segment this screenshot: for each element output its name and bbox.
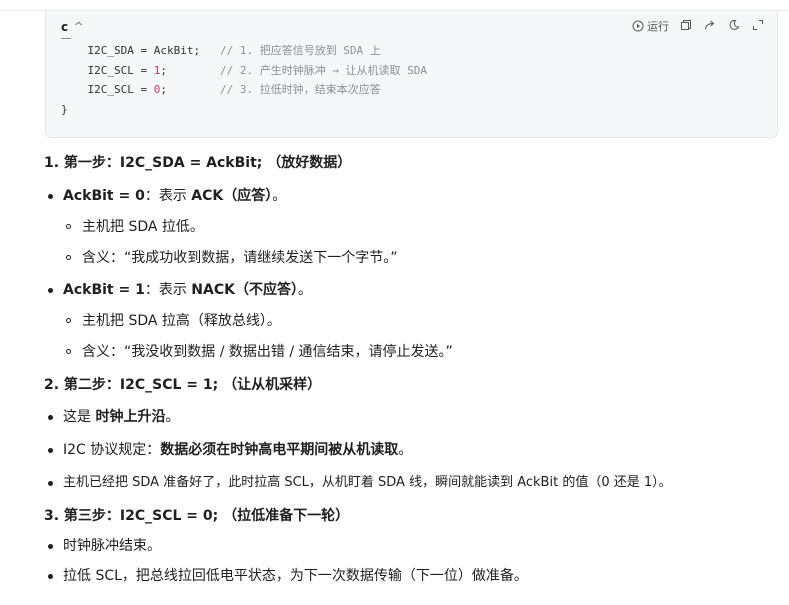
- theme-moon-icon[interactable]: [727, 19, 741, 33]
- run-button[interactable]: 运行: [632, 18, 669, 34]
- top-divider: [0, 0, 789, 11]
- copy-icon[interactable]: [679, 19, 693, 33]
- collapse-chevron-icon[interactable]: ^: [74, 20, 83, 33]
- code-line-1: I2C_SDA = AckBit; // 1. 把应答信号放到 SDA 上: [61, 44, 381, 57]
- step1-heading: 1. 第一步：I2C_SDA = AckBit; （放好数据）: [44, 155, 352, 171]
- code-block-header: c ^ 运行: [46, 11, 777, 41]
- step3-heading: 3. 第三步：I2C_SCL = 0; （拉低准备下一轮）: [44, 508, 350, 524]
- run-label: 运行: [647, 20, 669, 33]
- expand-icon[interactable]: [751, 19, 765, 33]
- code-closing-brace: }: [61, 102, 68, 116]
- code-block: c ^ 运行 I2C_SDA = AckBit; // 1. 把应答信号放到 S…: [45, 11, 778, 138]
- code-line-2: I2C_SCL = 1; // 2. 产生时钟脉冲 → 让从机读取 SDA: [61, 63, 428, 77]
- code-toolbar: 运行: [632, 18, 765, 34]
- code-line-3: I2C_SCL = 0; // 3. 拉低时钟，结束本次应答: [61, 83, 381, 96]
- code-language-label: c: [61, 20, 69, 34]
- step2-heading: 2. 第二步：I2C_SCL = 1; （让从机采样）: [44, 377, 322, 393]
- code-content: I2C_SDA = AckBit; // 1. 把应答信号放到 SDA 上 I2…: [61, 41, 427, 119]
- play-icon: [632, 20, 644, 32]
- share-icon[interactable]: [703, 19, 717, 33]
